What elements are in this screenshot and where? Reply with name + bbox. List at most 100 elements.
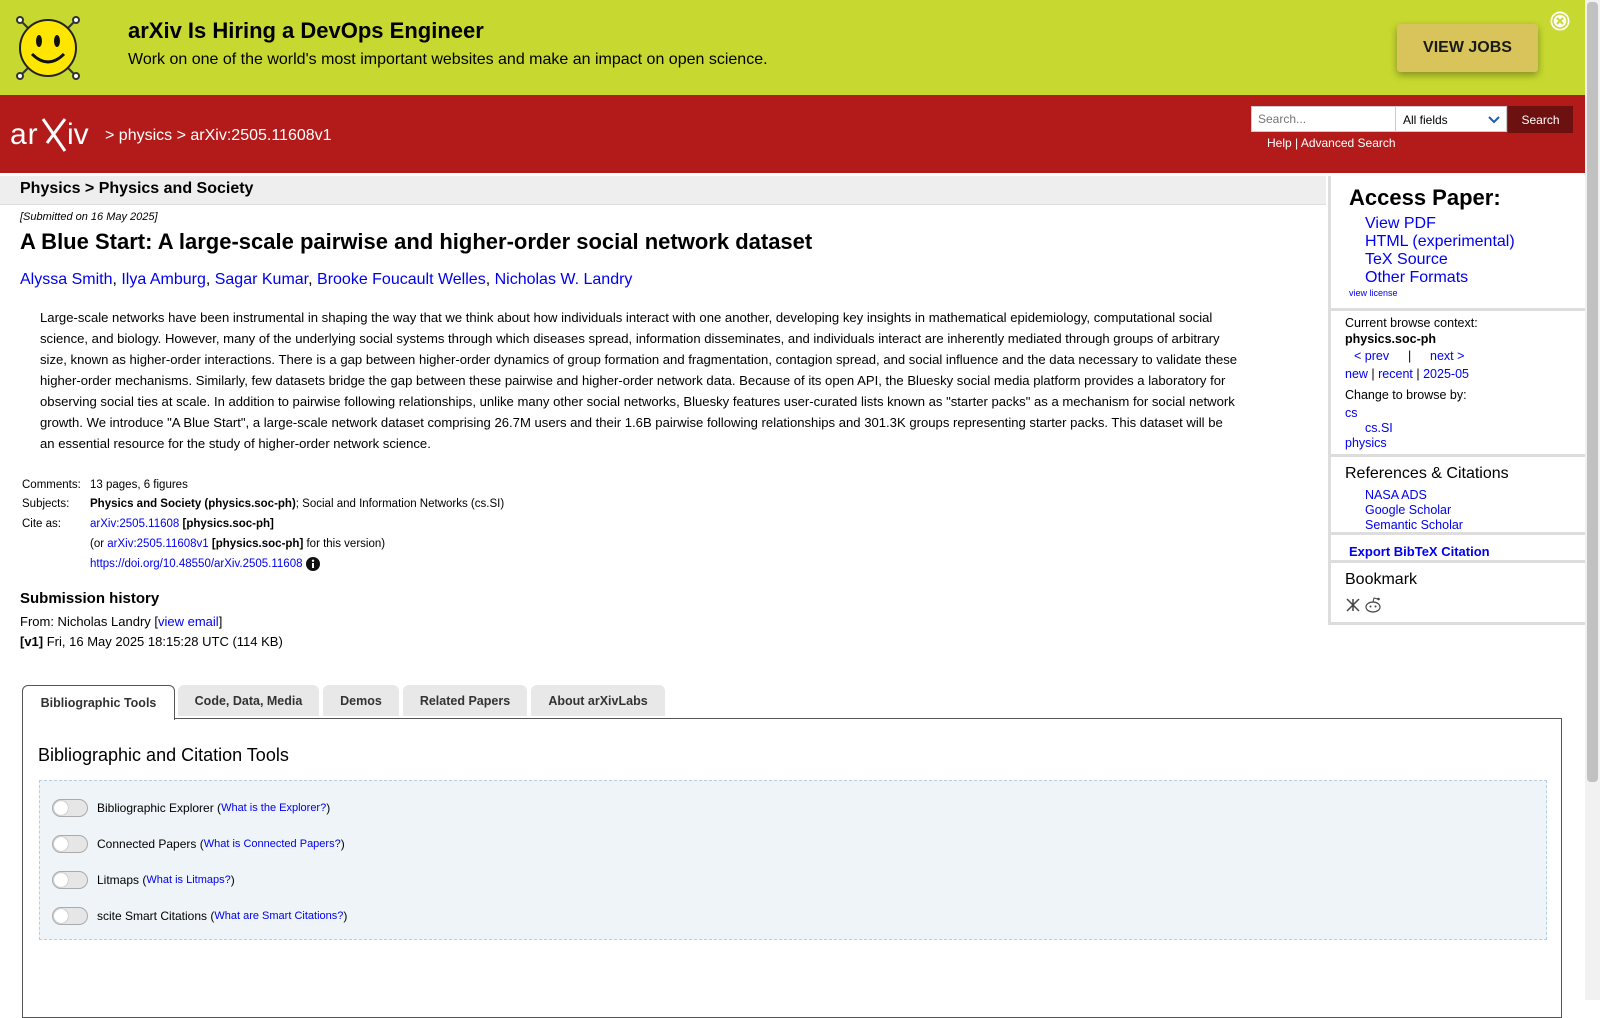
other-formats-link[interactable]: Other Formats (1365, 269, 1468, 287)
doi-link[interactable]: https://doi.org/10.48550/arXiv.2505.1160… (90, 558, 302, 570)
search-button[interactable]: Search (1508, 106, 1573, 133)
abstract-line: science, and biology. However, many of t… (40, 331, 1220, 346)
secondary-subject: ; Social and Information Networks (cs.SI… (295, 498, 505, 510)
tex-source-link[interactable]: TeX Source (1365, 251, 1448, 269)
cite-version-value: (or arXiv:2505.11608v1 [physics.soc-ph] … (90, 538, 385, 550)
tab-code-data-media[interactable]: Code, Data, Media (178, 685, 319, 716)
breadcrumb-paper-id: arXiv:2505.11608v1 (190, 127, 332, 144)
tool-end: ) (326, 801, 331, 815)
references-box: References & Citations NASA ADS Google S… (1328, 457, 1585, 535)
view-jobs-button[interactable]: VIEW JOBS (1397, 24, 1538, 72)
from-prefix: From: Nicholas Landry [ (20, 614, 158, 629)
list-links: new | recent | 2025-05 (1345, 367, 1469, 381)
comments-value: 13 pages, 6 figures (90, 479, 188, 491)
cite-version-category: [physics.soc-ph] (208, 538, 304, 550)
semantic-scholar-link[interactable]: Semantic Scholar (1365, 518, 1463, 532)
version-details: Fri, 16 May 2025 18:15:28 UTC (114 KB) (43, 634, 283, 649)
tool-row-litmaps: Litmaps (What is Litmaps?) (52, 871, 235, 889)
abstract-line: growth. We introduce "A Blue Start", a l… (40, 415, 1223, 430)
author-link[interactable]: Alyssa Smith (20, 271, 112, 288)
cite-or: (or (90, 538, 108, 550)
svg-text:ar: ar (10, 118, 39, 151)
scrollbar-thumb[interactable] (1587, 2, 1598, 782)
author-link[interactable]: Nicholas W. Landry (495, 271, 633, 288)
recent-link[interactable]: recent (1378, 367, 1413, 381)
abstract-line: Large-scale networks have been instrumen… (40, 310, 1213, 325)
help-link[interactable]: Help (1267, 136, 1292, 150)
svg-text:iv: iv (67, 118, 89, 151)
info-icon[interactable] (306, 557, 321, 571)
export-bibtex-link[interactable]: Export BibTeX Citation (1349, 544, 1490, 559)
bibliographic-tools-panel: Bibliographic and Citation Tools Bibliog… (22, 718, 1562, 1018)
page-scrollbar[interactable] (1585, 0, 1600, 1000)
pipe-separator: | (1408, 349, 1412, 363)
tool-row-connected-papers: Connected Papers (What is Connected Pape… (52, 835, 345, 853)
browse-physics-link[interactable]: physics (1345, 436, 1387, 450)
version-v1: [v1] Fri, 16 May 2025 18:15:28 UTC (114 … (20, 634, 283, 649)
browse-cs-link[interactable]: cs (1345, 406, 1358, 420)
tab-bibliographic-tools[interactable]: Bibliographic Tools (22, 685, 175, 720)
subject-bar: Physics > Physics and Society (0, 176, 1326, 205)
tool-end: ) (343, 909, 348, 923)
abstract-line: observing social ties at scale. In addit… (40, 394, 1235, 409)
tool-help-link[interactable]: What is Litmaps? (146, 874, 230, 886)
prev-link[interactable]: < prev (1354, 349, 1389, 363)
litmaps-toggle[interactable] (52, 871, 88, 889)
smiley-logo-icon (16, 16, 80, 80)
next-link[interactable]: next > (1430, 349, 1464, 363)
tool-label: Bibliographic Explorer ( (97, 801, 222, 815)
author-link[interactable]: Brooke Foucault Welles (317, 271, 486, 288)
tool-help-link[interactable]: What is Connected Papers? (204, 838, 341, 850)
month-link[interactable]: 2025-05 (1423, 367, 1469, 381)
tab-related-papers[interactable]: Related Papers (403, 685, 527, 716)
author-link[interactable]: Sagar Kumar (215, 271, 308, 288)
version-label: [v1] (20, 634, 44, 649)
tool-row-explorer: Bibliographic Explorer (What is the Expl… (52, 799, 330, 817)
header-links: Help | Advanced Search (1267, 136, 1396, 150)
change-browse-label: Change to browse by: (1345, 388, 1467, 402)
bookmark-box: Bookmark (1328, 563, 1585, 625)
scite-toggle[interactable] (52, 907, 88, 925)
breadcrumb-physics[interactable]: physics (119, 127, 172, 144)
search-field-select[interactable]: All fields (1395, 106, 1507, 132)
cite-label: Cite as: (22, 518, 61, 530)
close-icon[interactable] (1550, 11, 1570, 31)
breadcrumb-sep: > (172, 127, 191, 144)
tab-about-arxivlabs[interactable]: About arXivLabs (531, 685, 665, 716)
html-link[interactable]: HTML (experimental) (1365, 233, 1515, 251)
arxiv-logo[interactable]: ar iv (9, 115, 101, 155)
cite-category: [physics.soc-ph] (179, 518, 274, 530)
browse-context-box: Current browse context: physics.soc-ph <… (1328, 311, 1585, 457)
tool-row-scite: scite Smart Citations (What are Smart Ci… (52, 907, 347, 925)
sidebar: Access Paper: View PDF HTML (experimenta… (1328, 176, 1585, 625)
tool-help-link[interactable]: What are Smart Citations? (214, 910, 343, 922)
connected-papers-toggle[interactable] (52, 835, 88, 853)
author-link[interactable]: Ilya Amburg (121, 271, 205, 288)
reddit-icon[interactable] (1364, 596, 1382, 614)
cite-version-suffix: for this version) (303, 538, 386, 550)
banner-title: arXiv Is Hiring a DevOps Engineer (128, 18, 484, 43)
view-license-link[interactable]: view license (1349, 288, 1398, 298)
submission-date: [Submitted on 16 May 2025] (20, 211, 158, 223)
cite-id-link[interactable]: arXiv:2505.11608 (90, 518, 179, 530)
search-input[interactable] (1251, 106, 1405, 132)
new-link[interactable]: new (1345, 367, 1368, 381)
advanced-search-link[interactable]: Advanced Search (1301, 136, 1396, 150)
view-email-link[interactable]: view email (158, 614, 219, 629)
google-scholar-link[interactable]: Google Scholar (1365, 503, 1451, 517)
cite-version-link[interactable]: arXiv:2505.11608v1 (107, 538, 208, 550)
abstract-line: higher-order mechanisms. Similarly, few … (40, 373, 1226, 388)
access-paper-box: Access Paper: View PDF HTML (experimenta… (1328, 176, 1585, 311)
explorer-toggle[interactable] (52, 799, 88, 817)
context-label: Current browse context: (1345, 316, 1478, 330)
view-pdf-link[interactable]: View PDF (1365, 215, 1436, 233)
abstract-line: size, known as higher-order interactions… (40, 352, 1238, 367)
context-value: physics.soc-ph (1345, 332, 1436, 346)
tool-help-link[interactable]: What is the Explorer? (221, 802, 326, 814)
nasa-ads-link[interactable]: NASA ADS (1365, 488, 1427, 502)
browse-cs-si-link[interactable]: cs.SI (1365, 421, 1393, 435)
subjects-value: Physics and Society (physics.soc-ph); So… (90, 498, 504, 510)
bibsonomy-icon[interactable] (1345, 597, 1361, 613)
abstract-line: an essential resource for the study of h… (40, 436, 431, 451)
tab-demos[interactable]: Demos (323, 685, 399, 716)
